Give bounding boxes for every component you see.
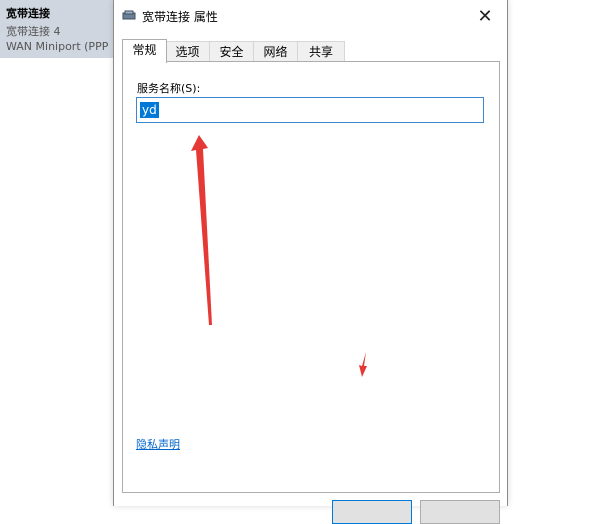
- properties-dialog: 宽带连接 属性 ✕ 常规 选项 安全 网络 共享 服务名称(S): yd 隐私声…: [113, 0, 508, 524]
- tab-general[interactable]: 常规: [122, 39, 167, 63]
- tab-options[interactable]: 选项: [165, 41, 210, 62]
- tab-security[interactable]: 安全: [209, 41, 254, 62]
- connection-device: WAN Miniport (PPP: [6, 40, 109, 53]
- network-connection-icon: [122, 10, 136, 20]
- close-button[interactable]: ✕: [463, 0, 507, 32]
- service-name-label: 服务名称(S):: [137, 82, 201, 95]
- close-icon: ✕: [477, 5, 493, 27]
- title-bar: 宽带连接 属性 ✕: [114, 0, 507, 32]
- ok-button[interactable]: [332, 500, 412, 524]
- cancel-button[interactable]: [420, 500, 500, 524]
- tab-sharing[interactable]: 共享: [297, 41, 345, 62]
- connection-name: 宽带连接: [6, 7, 50, 20]
- network-connection-item[interactable]: 宽带连接 宽带连接 4 WAN Miniport (PPP: [0, 0, 114, 58]
- general-tab-panel: 服务名称(S): yd 隐私声明: [122, 61, 500, 493]
- service-name-input[interactable]: yd: [136, 97, 484, 123]
- privacy-statement-link[interactable]: 隐私声明: [136, 436, 180, 452]
- tab-networking[interactable]: 网络: [253, 41, 298, 62]
- dialog-title: 宽带连接 属性: [142, 10, 218, 24]
- connection-subtitle: 宽带连接 4: [6, 25, 61, 38]
- service-name-value: yd: [140, 102, 159, 118]
